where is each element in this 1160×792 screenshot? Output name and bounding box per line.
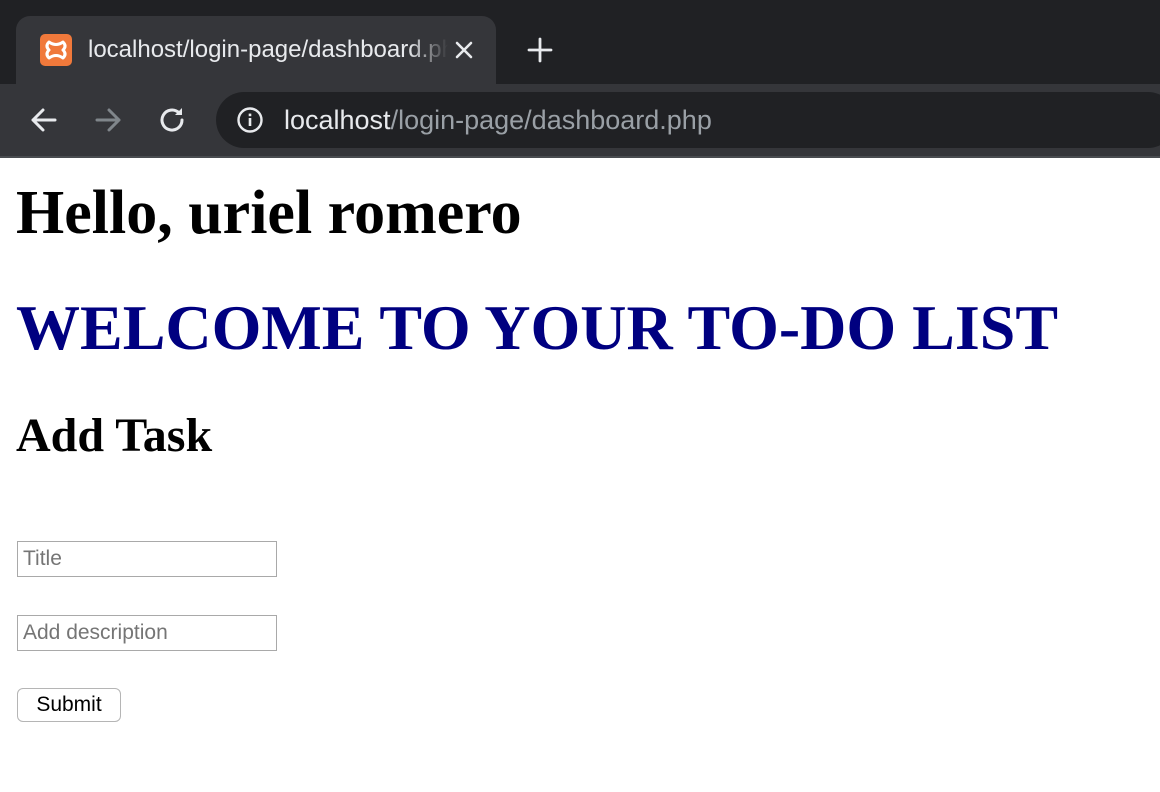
add-task-heading: Add Task [16, 409, 213, 462]
tab-title: localhost/login-page/dashboard.php [88, 34, 448, 66]
arrow-left-icon[interactable] [24, 100, 64, 140]
close-icon[interactable] [448, 34, 480, 66]
browser-tabstrip: localhost/login-page/dashboard.php [0, 0, 1160, 84]
xampp-logo-icon [40, 34, 72, 66]
url-host: localhost [284, 105, 391, 135]
submit-button[interactable]: Submit [17, 688, 121, 722]
page-content: Hello, uriel romero WELCOME TO YOUR TO-D… [0, 158, 1160, 792]
plus-icon[interactable] [522, 32, 558, 68]
info-icon[interactable] [236, 106, 264, 134]
url-path: /login-page/dashboard.php [390, 105, 712, 135]
address-bar[interactable]: localhost/login-page/dashboard.php [216, 92, 1160, 148]
welcome-heading: WELCOME TO YOUR TO-DO LIST [16, 292, 1059, 363]
reload-icon[interactable] [152, 100, 192, 140]
arrow-right-icon[interactable] [88, 100, 128, 140]
title-input[interactable] [17, 541, 277, 577]
browser-tab[interactable]: localhost/login-page/dashboard.php [16, 16, 496, 84]
greeting-heading: Hello, uriel romero [16, 179, 522, 247]
description-input[interactable] [17, 615, 277, 651]
browser-toolbar: localhost/login-page/dashboard.php [0, 84, 1160, 158]
url-text: localhost/login-page/dashboard.php [284, 92, 712, 148]
